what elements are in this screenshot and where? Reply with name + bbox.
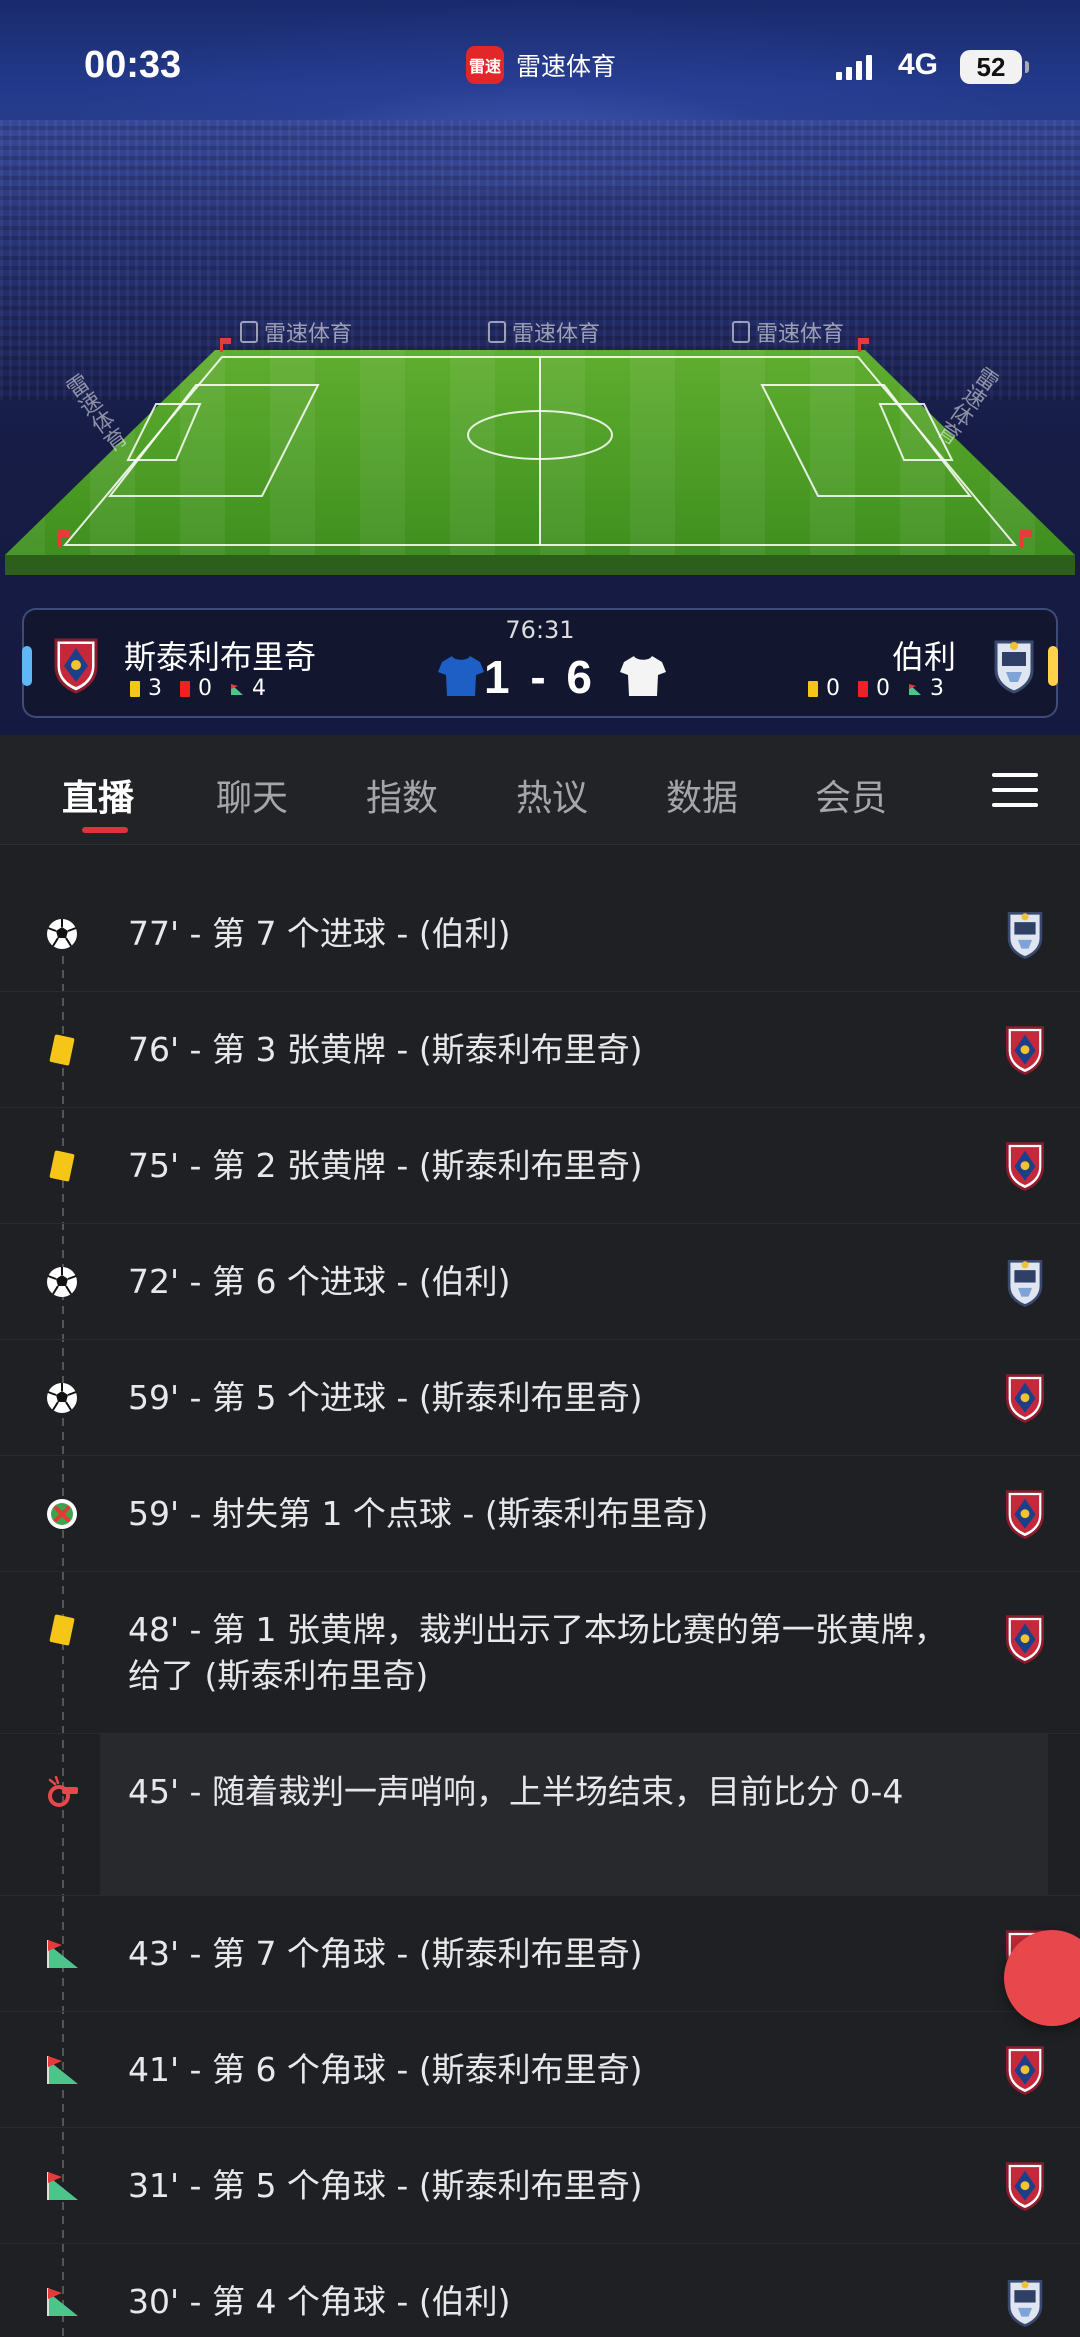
ad-board-left: 雷速体育 xyxy=(240,316,352,348)
event-text: 41' - 第 6 个角球 - (斯泰利布里奇) xyxy=(128,2050,643,2089)
event-text: 45' - 随着裁判一声哨响，上半场结束，目前比分 0-4 xyxy=(128,1772,904,1811)
score-card: 斯泰利布里奇 3 0 4 76:31 1 - 6 伯利 0 0 3 xyxy=(22,608,1058,718)
event-text: 72' - 第 6 个进球 - (伯利) xyxy=(128,1262,511,1301)
corner-flag-icon xyxy=(44,2168,80,2204)
timeline-event-row: 59' - 射失第 1 个点球 - (斯泰利布里奇) xyxy=(0,1456,1080,1572)
live-event-timeline: 77' - 第 7 个进球 - (伯利) 76' - 第 3 张黄牌 - (斯泰利… xyxy=(0,846,1080,2337)
timeline-event-row: 76' - 第 3 张黄牌 - (斯泰利布里奇) xyxy=(0,992,1080,1108)
app-name: 雷速体育 xyxy=(516,52,617,81)
timeline-event-row: 30' - 第 4 个角球 - (伯利) xyxy=(0,2244,1080,2337)
pitch-ad-boards: 雷速体育 雷速体育 雷速体育 xyxy=(0,316,1080,348)
goal-icon xyxy=(44,1264,80,1300)
timeline-event-row: 75' - 第 2 张黄牌 - (斯泰利布里奇) xyxy=(0,1108,1080,1224)
away-red-count: 0 xyxy=(876,676,890,701)
ad-board-center: 雷速体育 xyxy=(488,316,600,348)
yellow-card-icon xyxy=(44,1148,80,1184)
away-team-name[interactable]: 伯利 xyxy=(892,632,956,678)
status-bar: 00:33 雷速 雷速体育 4G 52 xyxy=(0,0,1080,135)
home-crest-icon[interactable] xyxy=(1002,1613,1048,1665)
red-card-icon xyxy=(858,680,868,697)
active-tab-indicator xyxy=(82,827,128,833)
event-text: 75' - 第 2 张黄牌 - (斯泰利布里奇) xyxy=(128,1146,643,1185)
penalty-miss-icon xyxy=(44,1496,80,1532)
timeline-event-row: 48' - 第 1 张黄牌，裁判出示了本场比赛的第一张黄牌，给了 (斯泰利布里奇… xyxy=(0,1572,1080,1734)
app-logo-icon: 雷速 xyxy=(466,46,504,84)
home-crest-icon[interactable] xyxy=(1002,1488,1048,1540)
tab-hot[interactable]: 热议 xyxy=(516,769,588,821)
away-shirt-icon xyxy=(620,656,666,696)
tab-odds[interactable]: 指数 xyxy=(366,769,438,821)
stadium-header: 雷速体育 雷速体育 雷速体育 雷速体育 雷速体育 00:33 雷速 雷速体育 4… xyxy=(0,0,1080,735)
event-text: 77' - 第 7 个进球 - (伯利) xyxy=(128,914,511,953)
timeline-event-row: 59' - 第 5 个进球 - (斯泰利布里奇) xyxy=(0,1340,1080,1456)
network-type: 4G xyxy=(898,48,939,81)
menu-icon[interactable] xyxy=(992,771,1040,809)
yellow-card-icon xyxy=(44,1612,80,1648)
home-crest-icon[interactable] xyxy=(1002,1024,1048,1076)
event-text: 59' - 第 5 个进球 - (斯泰利布里奇) xyxy=(128,1378,643,1417)
goal-icon xyxy=(44,916,80,952)
tab-member[interactable]: 会员 xyxy=(815,769,887,821)
home-crest-icon[interactable] xyxy=(1002,2160,1048,2212)
whistle-icon xyxy=(44,1774,80,1810)
away-crest-icon[interactable] xyxy=(988,636,1040,694)
home-crest-icon[interactable] xyxy=(1002,2044,1048,2096)
goal-icon xyxy=(44,1380,80,1416)
corner-flag-icon xyxy=(44,1936,80,1972)
timeline-event-row: 41' - 第 6 个角球 - (斯泰利布里奇) xyxy=(0,2012,1080,2128)
away-yellow-count: 0 xyxy=(826,676,840,701)
status-time: 00:33 xyxy=(84,44,182,86)
yellow-card-icon xyxy=(808,680,818,697)
yellow-card-icon xyxy=(44,1032,80,1068)
away-team-stats: 0 0 3 xyxy=(808,676,954,701)
corner-flag-icon xyxy=(909,683,921,695)
timeline-event-row: 45' - 随着裁判一声哨响，上半场结束，目前比分 0-4 xyxy=(0,1734,1080,1896)
away-crest-icon[interactable] xyxy=(1002,1256,1048,1308)
ad-board-right: 雷速体育 xyxy=(732,316,844,348)
away-corner-count: 3 xyxy=(930,676,944,701)
corner-flag-icon xyxy=(44,2284,80,2320)
timeline-event-row: 43' - 第 7 个角球 - (斯泰利布里奇) xyxy=(0,1896,1080,2012)
event-text: 76' - 第 3 张黄牌 - (斯泰利布里奇) xyxy=(128,1030,643,1069)
timeline-event-row: 72' - 第 6 个进球 - (伯利) xyxy=(0,1224,1080,1340)
tab-data[interactable]: 数据 xyxy=(666,769,738,821)
timeline-event-row: 31' - 第 5 个角球 - (斯泰利布里奇) xyxy=(0,2128,1080,2244)
away-crest-icon[interactable] xyxy=(1002,2276,1048,2328)
event-text: 48' - 第 1 张黄牌，裁判出示了本场比赛的第一张黄牌，给了 (斯泰利布里奇… xyxy=(128,1610,947,1695)
timeline-event-row: 77' - 第 7 个进球 - (伯利) xyxy=(0,876,1080,992)
away-crest-icon[interactable] xyxy=(1002,908,1048,960)
tab-chat[interactable]: 聊天 xyxy=(216,769,288,821)
signal-icon xyxy=(836,54,872,80)
tab-live[interactable]: 直播 xyxy=(62,769,134,821)
event-text: 31' - 第 5 个角球 - (斯泰利布里奇) xyxy=(128,2166,643,2205)
tab-bar: 直播 聊天 指数 热议 数据 会员 xyxy=(0,735,1080,845)
app-badge[interactable]: 雷速 雷速体育 xyxy=(466,46,616,84)
home-crest-icon[interactable] xyxy=(1002,1372,1048,1424)
event-text: 30' - 第 4 个角球 - (伯利) xyxy=(128,2282,511,2321)
event-text: 43' - 第 7 个角球 - (斯泰利布里奇) xyxy=(128,1934,643,1973)
corner-flag-icon xyxy=(44,2052,80,2088)
battery-icon: 52 xyxy=(960,50,1029,84)
home-crest-icon[interactable] xyxy=(1002,1140,1048,1192)
event-text: 59' - 射失第 1 个点球 - (斯泰利布里奇) xyxy=(128,1494,709,1533)
